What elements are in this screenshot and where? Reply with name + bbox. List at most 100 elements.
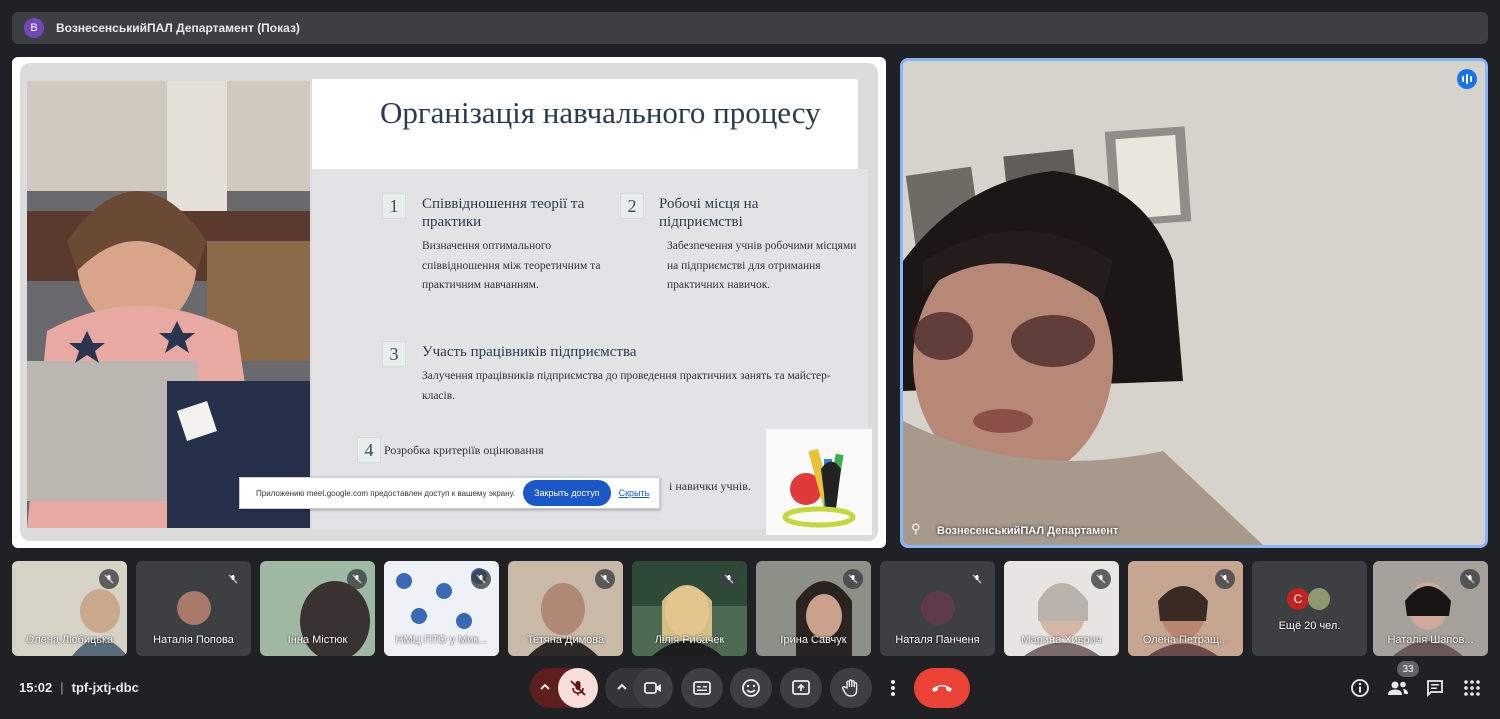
mic-off-button[interactable] bbox=[558, 668, 598, 708]
participant-name: НМЦ ПТО у Мик... bbox=[395, 634, 488, 646]
emoji-reactions-button[interactable] bbox=[730, 668, 772, 708]
mic-off-icon bbox=[99, 569, 119, 589]
mic-off-icon bbox=[570, 680, 586, 696]
mic-off-icon bbox=[967, 569, 987, 589]
more-participants-label: Ещё 20 чел. bbox=[1278, 620, 1341, 632]
people-icon bbox=[1388, 681, 1408, 695]
end-call-icon bbox=[932, 685, 952, 692]
more-participants-tile[interactable]: С Ещё 20 чел. bbox=[1252, 561, 1367, 656]
participant-tile[interactable]: Тетяна Димова bbox=[508, 561, 623, 656]
activities-button[interactable] bbox=[1460, 676, 1484, 700]
item-number: 2 bbox=[620, 193, 644, 219]
camera-button[interactable] bbox=[633, 668, 673, 708]
participant-tile[interactable]: Марина Хиврич bbox=[1004, 561, 1119, 656]
mic-control-group bbox=[530, 668, 598, 708]
mic-off-icon bbox=[719, 569, 739, 589]
item-number: 4 bbox=[357, 437, 381, 463]
participant-name: Ірина Савчук bbox=[780, 634, 847, 646]
participant-name: Лілія Рибачек bbox=[654, 634, 725, 646]
participant-tile[interactable]: НМЦ ПТО у Мик... bbox=[384, 561, 499, 656]
camera-icon bbox=[644, 682, 661, 694]
slide-title: Організація навчального процесу bbox=[380, 95, 821, 130]
divider: | bbox=[60, 680, 64, 695]
meeting-controls-bar: 15:02 | tpf-jxtj-dbc bbox=[0, 662, 1500, 719]
participant-name: Тетяна Димова bbox=[526, 634, 605, 646]
participant-name: Наталія Шапов... bbox=[1387, 634, 1474, 646]
presentation-title: ВознесенськийПАЛ Департамент (Показ) bbox=[56, 21, 300, 35]
share-notice-text: Приложению meet.google.com предоставлен … bbox=[256, 488, 516, 498]
item-text: Забезпечення учнів робочими місцями на п… bbox=[667, 240, 857, 291]
chat-icon bbox=[1427, 680, 1443, 698]
mic-off-icon bbox=[347, 569, 367, 589]
avatar bbox=[176, 591, 211, 625]
screen-share-notification: Приложению meet.google.com предоставлен … bbox=[239, 477, 660, 509]
video-options-chevron-icon[interactable] bbox=[615, 680, 629, 699]
raise-hand-button[interactable] bbox=[830, 668, 872, 708]
item-number: 3 bbox=[382, 341, 406, 367]
participant-strip: Олена Любицька Наталія Попова Інна Містю… bbox=[12, 561, 1488, 656]
speaker-name: ВознесенськийПАЛ Департамент bbox=[937, 525, 1119, 537]
slide-photo bbox=[27, 81, 310, 528]
meeting-code: tpf-jxtj-dbc bbox=[71, 680, 139, 695]
participant-tile[interactable]: Олена Петращ... bbox=[1128, 561, 1243, 656]
apps-grid-icon bbox=[1464, 680, 1480, 696]
screen-share-tile[interactable]: Організація навчального процесу 1 Співві… bbox=[12, 57, 886, 548]
participant-name: Наталя Панченя bbox=[895, 634, 980, 646]
participant-name: Олена Петращ... bbox=[1142, 634, 1229, 646]
slide: Організація навчального процесу 1 Співві… bbox=[20, 63, 878, 541]
participant-name: Марина Хиврич bbox=[1021, 634, 1102, 646]
avatar: С bbox=[1287, 588, 1309, 610]
participant-tile[interactable]: Інна Містюк bbox=[260, 561, 375, 656]
sewing-tools-image bbox=[766, 429, 872, 535]
chat-button[interactable] bbox=[1423, 676, 1447, 700]
participant-name: Інна Містюк bbox=[287, 634, 348, 646]
stop-sharing-button[interactable]: Закрыть доступ bbox=[523, 480, 611, 506]
avatar bbox=[1308, 588, 1330, 610]
more-vert-icon bbox=[891, 680, 895, 696]
participant-tile[interactable]: Ірина Савчук bbox=[756, 561, 871, 656]
active-speaker-tile[interactable]: ⚲ ВознесенськийПАЛ Департамент bbox=[900, 58, 1488, 548]
mic-off-icon bbox=[1215, 569, 1235, 589]
leave-call-button[interactable] bbox=[914, 668, 970, 708]
emoji-icon bbox=[742, 679, 760, 697]
item-heading: Співвідношення теорії та практики bbox=[422, 196, 585, 230]
pin-icon[interactable]: ⚲ bbox=[911, 521, 921, 537]
item-heading: Участь працівників підприємства bbox=[422, 344, 637, 360]
camera-control-group bbox=[605, 668, 673, 708]
hand-icon bbox=[841, 679, 858, 697]
mic-off-icon bbox=[223, 569, 243, 589]
participant-name: Олена Любицька bbox=[25, 634, 114, 646]
audio-options-chevron-icon[interactable] bbox=[538, 680, 552, 699]
meeting-info: 15:02 | tpf-jxtj-dbc bbox=[19, 680, 139, 695]
mic-off-icon bbox=[471, 569, 491, 589]
participant-tile[interactable]: Наталія Попова bbox=[136, 561, 251, 656]
clock: 15:02 bbox=[19, 680, 53, 695]
present-screen-icon bbox=[792, 680, 810, 695]
participant-count-badge: 33 bbox=[1397, 661, 1419, 677]
participant-tile[interactable]: Олена Любицька bbox=[12, 561, 127, 656]
speaker-video bbox=[903, 61, 1485, 545]
participant-tile[interactable]: Лілія Рибачек bbox=[632, 561, 747, 656]
hide-notice-link[interactable]: Скрыть bbox=[619, 488, 650, 498]
captions-button[interactable] bbox=[681, 668, 723, 708]
mic-off-icon bbox=[1091, 569, 1111, 589]
presenter-avatar: B bbox=[24, 18, 44, 38]
item-heading: Розробка критеріїв оцінювання bbox=[384, 443, 544, 457]
participant-tile[interactable]: Наталя Панченя bbox=[880, 561, 995, 656]
info-icon bbox=[1351, 679, 1369, 697]
meeting-details-button[interactable] bbox=[1348, 676, 1372, 700]
presentation-header: B ВознесенськийПАЛ Департамент (Показ) bbox=[12, 12, 1488, 44]
mic-off-icon bbox=[1460, 569, 1480, 589]
item-text: Визначення оптимального співвідношення м… bbox=[422, 240, 601, 291]
participant-tile[interactable]: Наталія Шапов... bbox=[1373, 561, 1488, 656]
item-heading: Робочі місця на підприємстві bbox=[659, 196, 759, 230]
mic-off-icon bbox=[595, 569, 615, 589]
captions-icon bbox=[693, 681, 711, 695]
item-number: 1 bbox=[382, 193, 406, 219]
avatar bbox=[920, 591, 955, 625]
people-button[interactable] bbox=[1386, 676, 1410, 700]
mic-off-icon bbox=[843, 569, 863, 589]
present-now-button[interactable] bbox=[780, 668, 822, 708]
more-options-button[interactable] bbox=[880, 668, 906, 708]
speaking-indicator-icon bbox=[1457, 69, 1477, 89]
